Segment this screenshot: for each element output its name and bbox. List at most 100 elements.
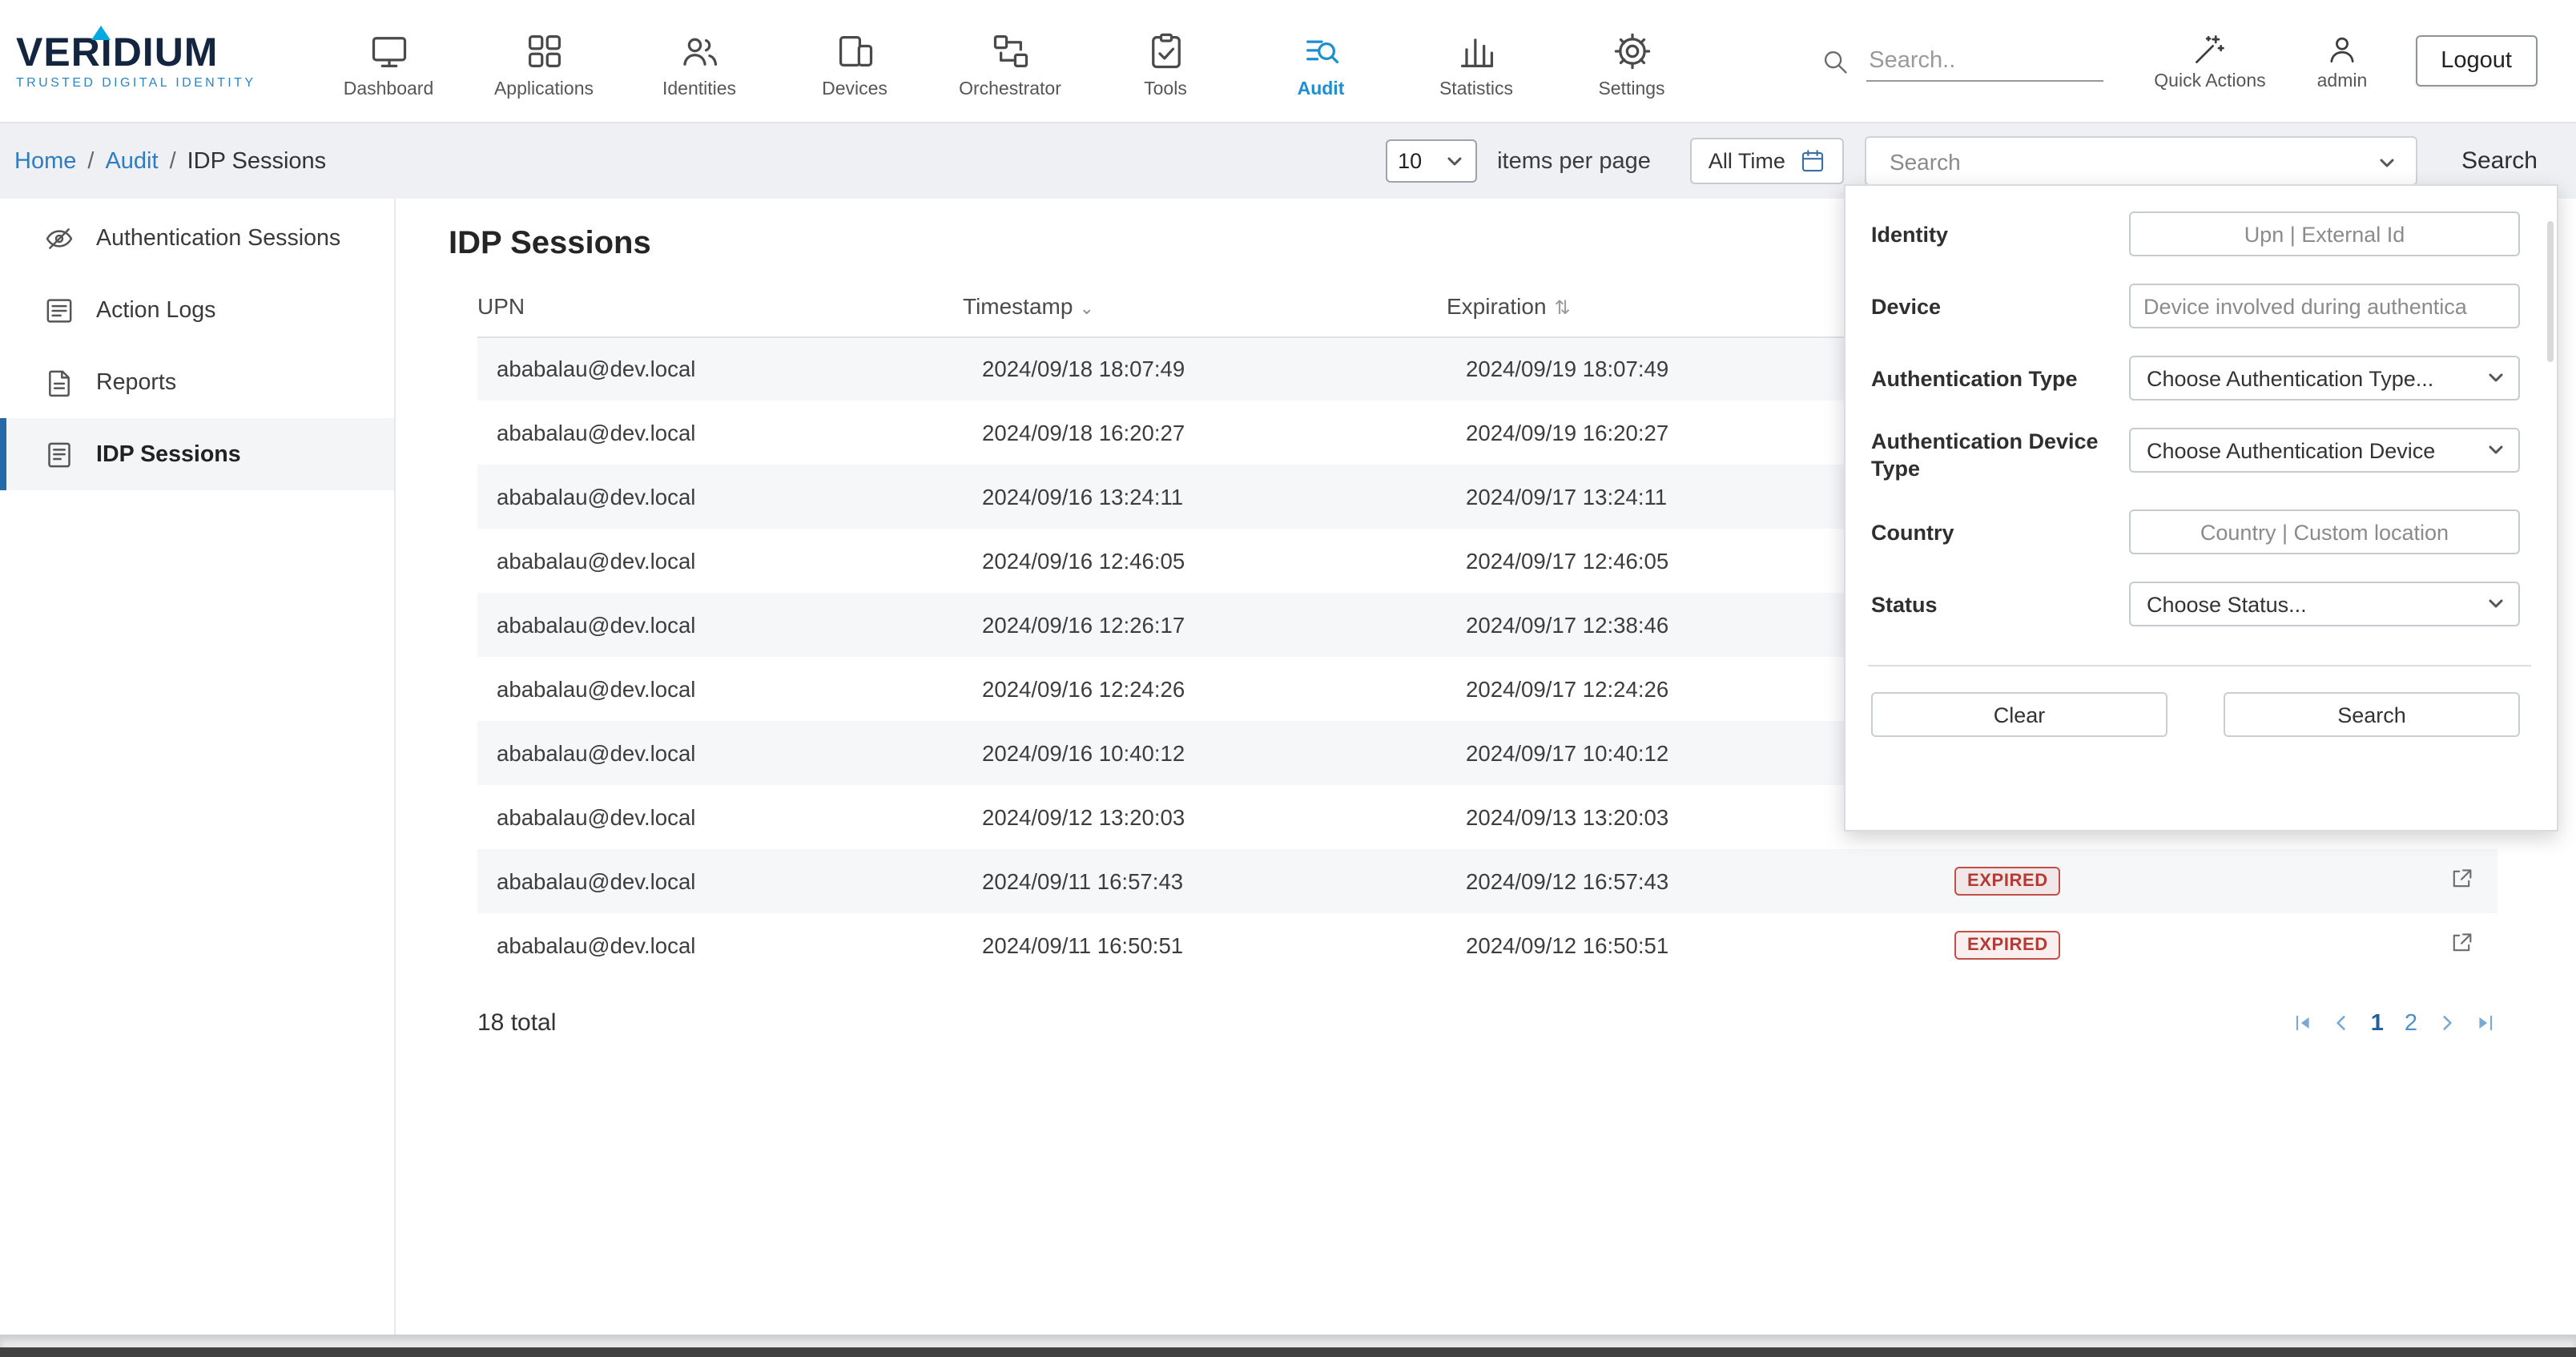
- chevron-down-icon: [2378, 151, 2397, 171]
- breadcrumb-separator: /: [170, 148, 176, 174]
- upn-cell: ababalau@dev.local: [477, 785, 963, 849]
- timestamp-cell: 2024/09/18 16:20:27: [963, 401, 1447, 465]
- panel-scrollbar[interactable]: [2547, 221, 2554, 362]
- quick-actions-button[interactable]: Quick Actions: [2154, 31, 2265, 91]
- open-session-icon[interactable]: [2448, 865, 2475, 892]
- logout-button[interactable]: Logout: [2415, 35, 2538, 87]
- sidebar-item-idp-sessions[interactable]: IDP Sessions: [0, 418, 394, 490]
- status-select[interactable]: Choose Status...: [2129, 582, 2520, 626]
- statistics-icon: [1455, 30, 1497, 71]
- device-input[interactable]: [2129, 284, 2520, 328]
- breadcrumb-audit-link[interactable]: Audit: [105, 148, 158, 174]
- quick-actions-label: Quick Actions: [2154, 71, 2265, 91]
- log-list-icon: [43, 294, 75, 326]
- user-menu-button[interactable]: admin: [2317, 31, 2368, 91]
- brand-logo[interactable]: VERIDIUM TRUSTED DIGITAL IDENTITY: [16, 32, 269, 90]
- upn-cell: ababalau@dev.local: [477, 849, 963, 913]
- actions-cell: [2392, 913, 2498, 977]
- nav-label: Applications: [494, 79, 594, 99]
- nav-item-devices[interactable]: Devices: [777, 23, 932, 99]
- page-number-2[interactable]: 2: [2401, 1010, 2421, 1036]
- nav-item-applications[interactable]: Applications: [466, 23, 622, 99]
- timestamp-cell: 2024/09/16 10:40:12: [963, 721, 1447, 785]
- last-page-icon[interactable]: [2473, 1011, 2498, 1035]
- nav-item-dashboard[interactable]: Dashboard: [311, 23, 466, 99]
- next-page-icon[interactable]: [2435, 1011, 2459, 1035]
- nav-label: Devices: [822, 79, 888, 99]
- timestamp-cell: 2024/09/11 16:57:43: [963, 849, 1447, 913]
- nav-item-orchestrator[interactable]: Orchestrator: [932, 23, 1088, 99]
- sidebar-item-label: Action Logs: [96, 297, 215, 323]
- chevron-down-icon: [1444, 151, 1463, 171]
- settings-gear-icon: [1611, 30, 1652, 71]
- page-size-value: 10: [1398, 149, 1422, 173]
- expiration-cell: 2024/09/12 16:57:43: [1447, 849, 1935, 913]
- topbar-right-cluster: Quick Actions admin Logout: [1819, 31, 2538, 91]
- nav-item-audit[interactable]: Audit: [1243, 23, 1399, 99]
- nav-label: Statistics: [1439, 79, 1513, 99]
- time-filter-button[interactable]: All Time: [1691, 138, 1845, 184]
- authentication-device-type-select[interactable]: Choose Authentication Device: [2129, 428, 2520, 473]
- session-search-combobox[interactable]: Search: [1866, 136, 2418, 186]
- session-row: ababalau@dev.local 2024/09/11 16:50:51 2…: [477, 913, 2498, 977]
- authentication-type-select[interactable]: Choose Authentication Type...: [2129, 356, 2520, 401]
- brand-name: VERIDIUM: [16, 32, 269, 74]
- eye-off-icon: [43, 222, 75, 254]
- identities-icon: [678, 30, 720, 71]
- sidebar-item-action-logs[interactable]: Action Logs: [0, 274, 394, 346]
- list-controls: 10 items per page All Time Search Search: [1385, 136, 2538, 186]
- upn-cell: ababalau@dev.local: [477, 401, 963, 465]
- nav-item-statistics[interactable]: Statistics: [1399, 23, 1554, 99]
- upn-cell: ababalau@dev.local: [477, 657, 963, 721]
- identity-label: Identity: [1871, 220, 2129, 248]
- session-row: ababalau@dev.local 2024/09/11 16:57:43 2…: [477, 849, 2498, 913]
- nav-item-identities[interactable]: Identities: [622, 23, 777, 99]
- sidebar-item-authentication-sessions[interactable]: Authentication Sessions: [0, 202, 394, 274]
- device-label: Device: [1871, 292, 2129, 320]
- panel-actions: Clear Search: [1871, 692, 2520, 737]
- clear-filters-button[interactable]: Clear: [1871, 692, 2167, 737]
- status-label: Status: [1871, 590, 2129, 618]
- brand-tagline: TRUSTED DIGITAL IDENTITY: [16, 75, 269, 90]
- timestamp-cell: 2024/09/11 16:50:51: [963, 913, 1447, 977]
- previous-page-icon[interactable]: [2329, 1011, 2353, 1035]
- search-icon[interactable]: [1819, 46, 1849, 76]
- first-page-icon[interactable]: [2291, 1011, 2315, 1035]
- apply-search-button[interactable]: Search: [2224, 692, 2520, 737]
- breadcrumb-home-link[interactable]: Home: [14, 148, 76, 174]
- upn-cell: ababalau@dev.local: [477, 465, 963, 529]
- country-input[interactable]: [2129, 509, 2520, 554]
- upn-cell: ababalau@dev.local: [477, 529, 963, 593]
- nav-item-settings[interactable]: Settings: [1554, 23, 1709, 99]
- page-size-select[interactable]: 10: [1385, 139, 1476, 183]
- actions-cell: [2392, 849, 2498, 913]
- timestamp-cell: 2024/09/16 13:24:11: [963, 465, 1447, 529]
- identity-input[interactable]: [2129, 211, 2520, 256]
- filter-row-authentication-device-type: Authentication Device Type Choose Authen…: [1871, 428, 2520, 482]
- timestamp-cell: 2024/09/12 13:20:03: [963, 785, 1447, 849]
- panel-divider: [1868, 665, 2531, 666]
- timestamp-cell: 2024/09/18 18:07:49: [963, 336, 1447, 401]
- magic-wand-icon: [2192, 31, 2228, 66]
- global-search-input[interactable]: [1866, 41, 2103, 81]
- timestamp-cell: 2024/09/16 12:24:26: [963, 657, 1447, 721]
- report-document-icon: [43, 366, 75, 398]
- authentication-type-value: Choose Authentication Type...: [2147, 366, 2433, 390]
- sort-both-icon: ⇅: [1555, 296, 1571, 319]
- status-badge: EXPIRED: [1954, 867, 2061, 896]
- user-icon: [2324, 31, 2360, 66]
- column-header-upn: UPN: [477, 276, 963, 336]
- open-session-icon[interactable]: [2448, 929, 2475, 956]
- search-button[interactable]: Search: [2461, 147, 2538, 175]
- nav-item-tools[interactable]: Tools: [1088, 23, 1243, 99]
- sidebar-item-reports[interactable]: Reports: [0, 346, 394, 418]
- country-label: Country: [1871, 518, 2129, 546]
- top-navigation-bar: VERIDIUM TRUSTED DIGITAL IDENTITY Dashbo…: [0, 0, 2576, 123]
- status-value: Choose Status...: [2147, 592, 2307, 616]
- filter-row-identity: Identity: [1871, 211, 2520, 256]
- nav-label: Identities: [662, 79, 736, 99]
- breadcrumb-current: IDP Sessions: [187, 148, 327, 174]
- column-header-timestamp[interactable]: Timestamp⌄: [963, 276, 1447, 336]
- upn-cell: ababalau@dev.local: [477, 913, 963, 977]
- page-number-1[interactable]: 1: [2368, 1010, 2387, 1036]
